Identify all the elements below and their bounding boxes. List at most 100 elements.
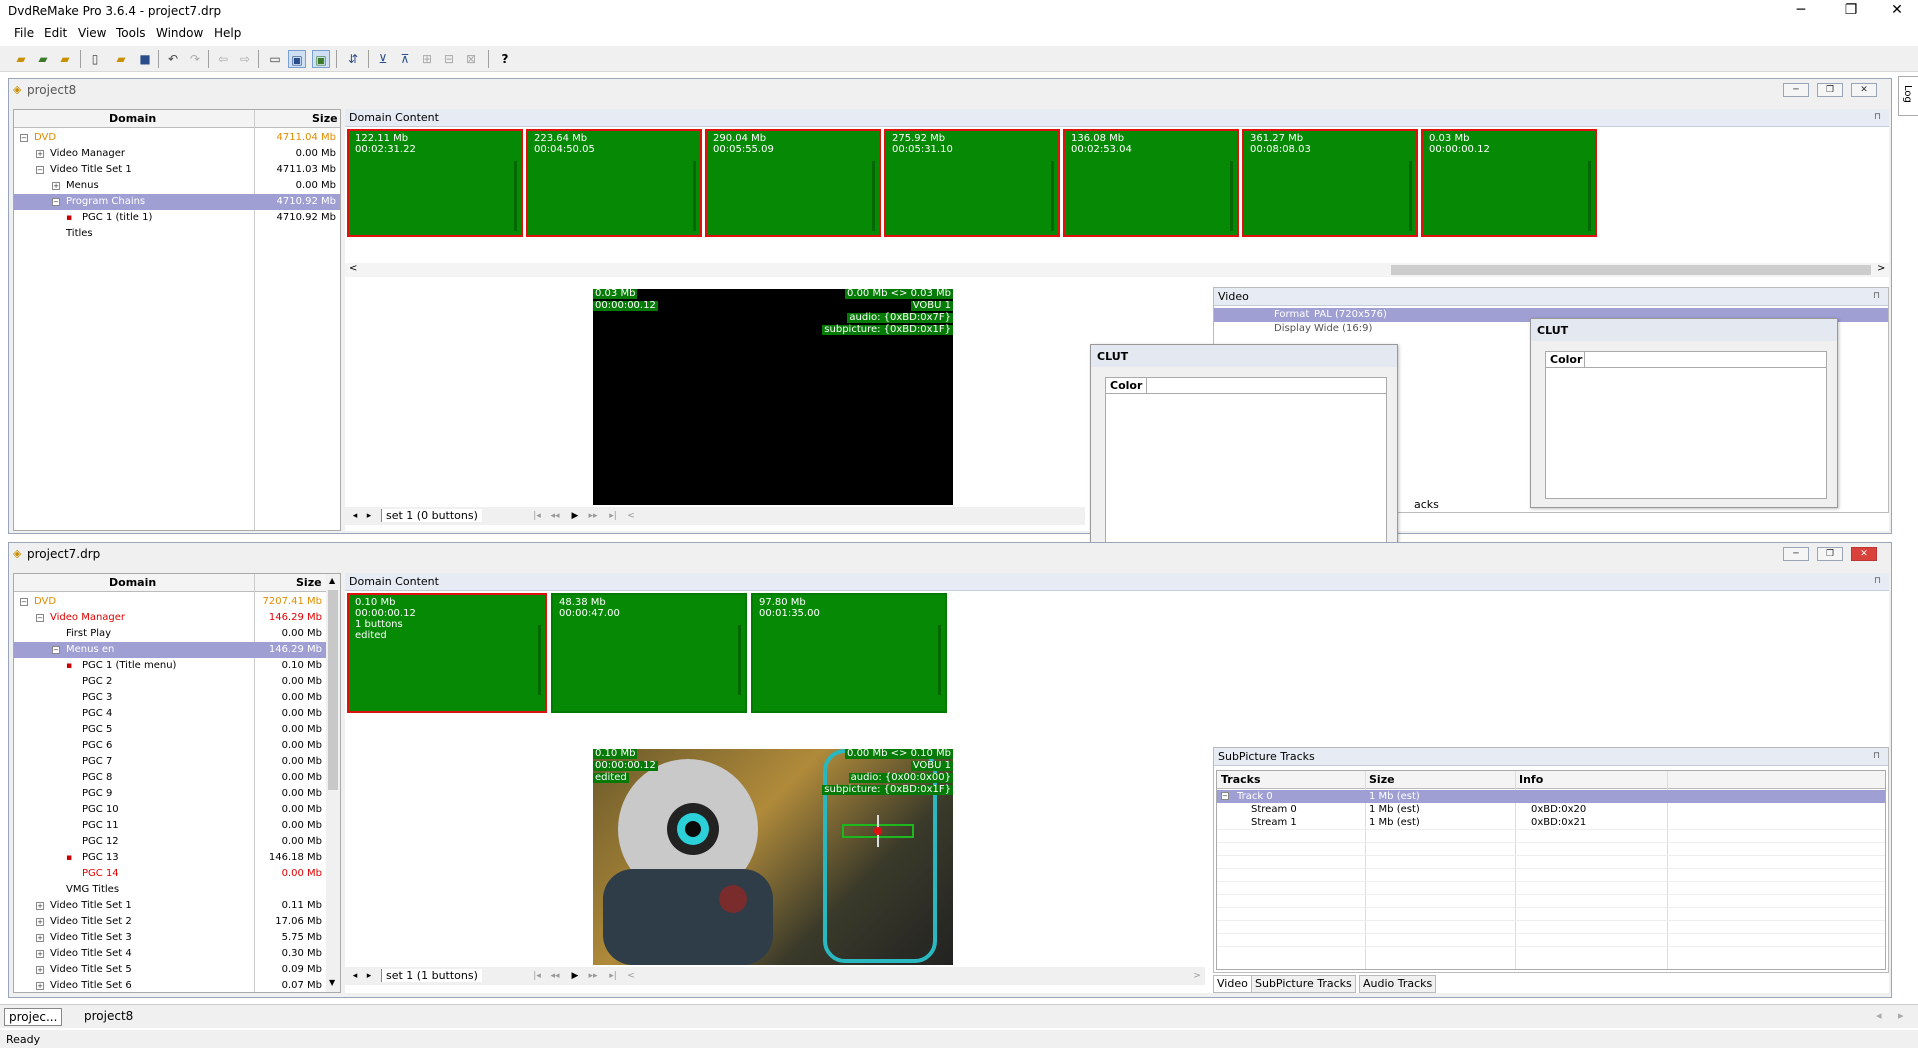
- scroll-thumb[interactable]: [328, 590, 338, 790]
- undo-icon[interactable]: ↶: [164, 50, 182, 68]
- save-icon[interactable]: ■: [136, 50, 154, 68]
- restore-button[interactable]: ❐: [1834, 0, 1868, 22]
- cell-thumbnail[interactable]: 122.11 Mb 00:02:31.22: [347, 129, 523, 237]
- track-row[interactable]: − Track 0 1 Mb (est): [1217, 790, 1885, 803]
- taskbar-left-icon[interactable]: ◂: [1876, 1009, 1882, 1022]
- pin-icon[interactable]: ⊓: [1873, 751, 1880, 761]
- tree-row[interactable]: + Video Manager 0.00 Mb: [14, 146, 340, 162]
- scroll-up-icon[interactable]: ▲: [329, 576, 335, 585]
- pin-icon[interactable]: ⊓: [1874, 112, 1881, 122]
- cell-thumbnail[interactable]: 223.64 Mb 00:04:50.05: [526, 129, 702, 237]
- menu-tools[interactable]: Tools: [116, 26, 146, 40]
- thumb-scrollbar[interactable]: < >: [345, 263, 1889, 277]
- tree-row[interactable]: ▪ PGC 1 (Title menu) 0.10 Mb: [14, 658, 326, 674]
- tab-video[interactable]: Video: [1213, 975, 1252, 993]
- tab-audio-tracks-partial[interactable]: acks: [1414, 498, 1439, 511]
- expand-icon[interactable]: +: [36, 950, 44, 958]
- clut-list-1[interactable]: Color: [1105, 377, 1387, 553]
- right-arrow-icon[interactable]: >: [1191, 969, 1203, 983]
- nav-next-icon[interactable]: ▸: [363, 969, 375, 983]
- rewind-icon[interactable]: ◂◂: [549, 969, 561, 983]
- taskbar-right-icon[interactable]: ▸: [1898, 1009, 1904, 1022]
- mdi-restore-button[interactable]: ❐: [1817, 83, 1843, 97]
- open-icon[interactable]: ▰: [112, 50, 130, 68]
- tree-row[interactable]: PGC 11 0.00 Mb: [14, 818, 326, 834]
- menu-view[interactable]: View: [78, 26, 106, 40]
- pin-icon[interactable]: ⊓: [1873, 291, 1880, 301]
- tree-scrollbar[interactable]: ▲ ▼: [326, 574, 340, 992]
- tree-row[interactable]: Titles: [14, 226, 340, 242]
- tree-row[interactable]: PGC 14 0.00 Mb: [14, 866, 326, 882]
- tab-audio-tracks[interactable]: Audio Tracks: [1359, 975, 1437, 993]
- collapse-icon[interactable]: −: [36, 614, 44, 622]
- scroll-right-icon[interactable]: >: [1877, 263, 1885, 274]
- collapse-icon[interactable]: −: [36, 166, 44, 174]
- tree-row[interactable]: First Play 0.00 Mb: [14, 626, 326, 642]
- scroll-thumb[interactable]: [1391, 265, 1871, 275]
- open-recent-icon[interactable]: ▰: [56, 50, 74, 68]
- play-icon[interactable]: ▶: [569, 509, 581, 523]
- collapse-icon[interactable]: −: [20, 134, 28, 142]
- nav-prev-icon[interactable]: ◂: [349, 969, 361, 983]
- track-row[interactable]: Stream 1 1 Mb (est) 0xBD:0x21: [1217, 816, 1885, 829]
- open-project-icon[interactable]: ▰: [34, 50, 52, 68]
- view-3-icon[interactable]: ▣: [312, 50, 330, 68]
- cell-thumbnail[interactable]: 97.80 Mb 00:01:35.00: [751, 593, 947, 713]
- mdi-close-button[interactable]: ✕: [1851, 547, 1877, 561]
- tree-row[interactable]: − Program Chains 4710.92 Mb: [14, 194, 340, 210]
- back-icon[interactable]: <: [625, 509, 637, 523]
- menu-window[interactable]: Window: [156, 26, 203, 40]
- expand-icon[interactable]: +: [36, 982, 44, 990]
- nav-forward-icon[interactable]: ⇨: [236, 50, 254, 68]
- tree-row[interactable]: + Video Title Set 2 17.06 Mb: [14, 914, 326, 930]
- forward-icon[interactable]: ▸▸: [587, 509, 599, 523]
- track-row[interactable]: Stream 0 1 Mb (est) 0xBD:0x20: [1217, 803, 1885, 816]
- tree-row[interactable]: PGC 4 0.00 Mb: [14, 706, 326, 722]
- tree-row[interactable]: + Video Title Set 4 0.30 Mb: [14, 946, 326, 962]
- mdi-minimize-button[interactable]: ─: [1783, 547, 1809, 561]
- tab-subpicture-tracks[interactable]: SubPicture Tracks: [1251, 975, 1356, 993]
- collapse-icon[interactable]: −: [52, 198, 60, 206]
- mdi-restore-button[interactable]: ❐: [1817, 547, 1843, 561]
- tree-row[interactable]: PGC 9 0.00 Mb: [14, 786, 326, 802]
- tree-row[interactable]: − DVD 4711.04 Mb: [14, 130, 340, 146]
- video-preview[interactable]: 0.03 Mb 00:00:00.12 0.00 Mb <> 0.03 Mb V…: [593, 289, 953, 505]
- view-1-icon[interactable]: ▭: [266, 50, 284, 68]
- open-folder-icon[interactable]: ▰: [12, 50, 30, 68]
- tree-row[interactable]: PGC 2 0.00 Mb: [14, 674, 326, 690]
- tool-c-icon[interactable]: ⊟: [440, 50, 458, 68]
- clut-window-1[interactable]: CLUT Color: [1090, 344, 1398, 562]
- menu-help[interactable]: Help: [214, 26, 241, 40]
- nav-back-icon[interactable]: ⇦: [214, 50, 232, 68]
- last-icon[interactable]: ▸|: [607, 509, 619, 523]
- tree-row[interactable]: PGC 7 0.00 Mb: [14, 754, 326, 770]
- mdi-minimize-button[interactable]: ─: [1783, 83, 1809, 97]
- close-button[interactable]: ✕: [1880, 0, 1914, 22]
- tool-b-icon[interactable]: ⊞: [418, 50, 436, 68]
- tree-row[interactable]: − DVD 7207.41 Mb: [14, 594, 326, 610]
- taskbar-project8[interactable]: project8: [80, 1008, 137, 1024]
- help-icon[interactable]: ?: [496, 50, 514, 68]
- collapse-icon[interactable]: −: [1221, 792, 1229, 800]
- clut-window-2[interactable]: CLUT Color: [1530, 318, 1838, 508]
- rewind-icon[interactable]: ◂◂: [549, 509, 561, 523]
- expand-icon[interactable]: +: [36, 966, 44, 974]
- mdi-close-button[interactable]: ✕: [1851, 83, 1877, 97]
- tree-row[interactable]: PGC 3 0.00 Mb: [14, 690, 326, 706]
- cell-thumbnail[interactable]: 275.92 Mb 00:05:31.10: [884, 129, 1060, 237]
- scroll-left-icon[interactable]: <: [349, 263, 357, 274]
- redo-icon[interactable]: ↷: [186, 50, 204, 68]
- tree-row[interactable]: − Menus en 146.29 Mb: [14, 642, 326, 658]
- tree-row[interactable]: PGC 10 0.00 Mb: [14, 802, 326, 818]
- cell-thumbnail[interactable]: 48.38 Mb 00:00:47.00: [551, 593, 747, 713]
- set-tab[interactable]: set 1 (0 buttons): [381, 509, 482, 522]
- import-icon[interactable]: ⊻: [374, 50, 392, 68]
- tree-row[interactable]: − Video Manager 146.29 Mb: [14, 610, 326, 626]
- tree-row[interactable]: PGC 6 0.00 Mb: [14, 738, 326, 754]
- tree-row[interactable]: + Menus 0.00 Mb: [14, 178, 340, 194]
- tree-row[interactable]: − Video Title Set 1 4711.03 Mb: [14, 162, 340, 178]
- tool-a-icon[interactable]: ⊼: [396, 50, 414, 68]
- cell-thumbnail[interactable]: 0.03 Mb 00:00:00.12: [1421, 129, 1597, 237]
- back-icon[interactable]: <: [625, 969, 637, 983]
- menu-edit[interactable]: Edit: [44, 26, 67, 40]
